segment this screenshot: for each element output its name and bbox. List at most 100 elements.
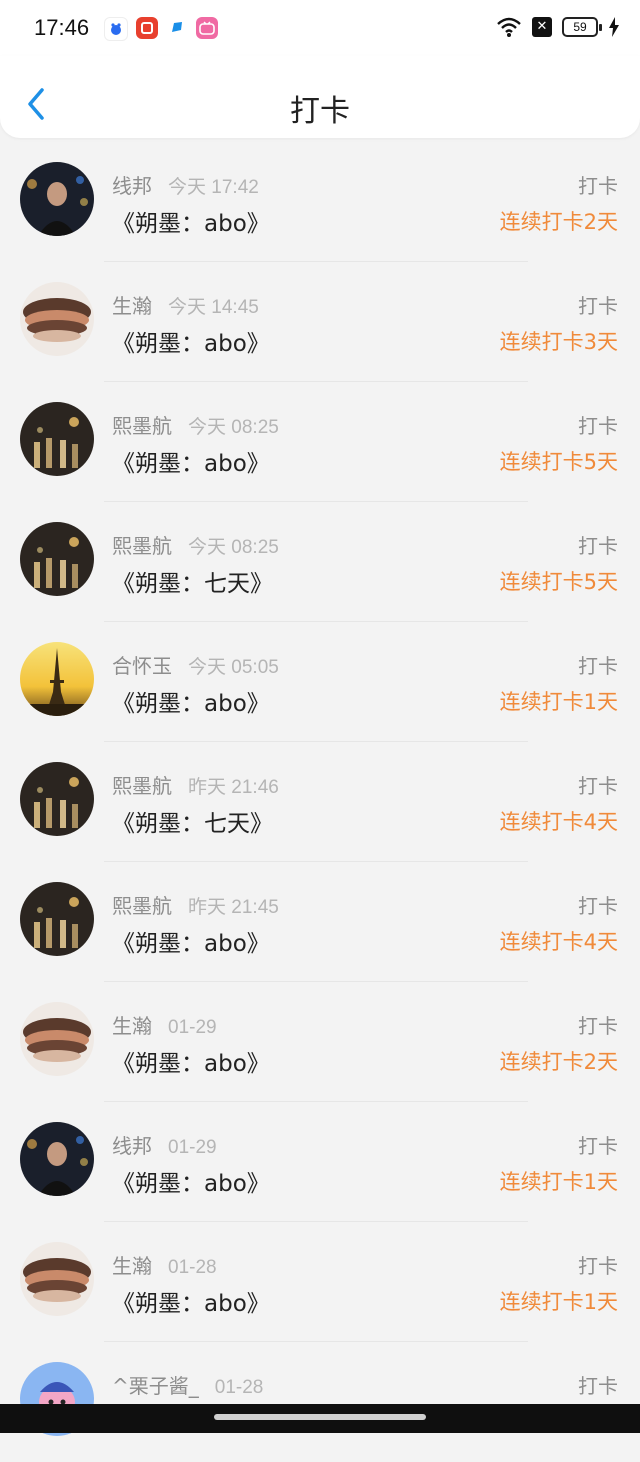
page-title: 打卡: [290, 94, 350, 129]
checkin-label: 打卡: [578, 294, 618, 318]
checkin-time: 今天 08:25: [188, 537, 279, 558]
user-name[interactable]: 线邦: [112, 170, 152, 199]
battery-icon: 59: [562, 17, 602, 37]
checkin-time: 01-28: [168, 1257, 217, 1278]
checkin-time: 今天 05:05: [188, 657, 279, 678]
checkin-time: 今天 08:25: [188, 417, 279, 438]
checkin-item[interactable]: 合怀玉 今天 05:05 《朔墨：abo》 打卡 连续打卡1天: [0, 622, 640, 742]
message-app-icon: [166, 17, 188, 39]
checkin-time: 今天 14:45: [168, 297, 259, 318]
book-title[interactable]: 《朔墨：abo》: [112, 1284, 270, 1318]
user-name[interactable]: 线邦: [112, 1130, 152, 1159]
status-bar: 17:46 ✕ 59: [0, 0, 640, 56]
checkin-label: 打卡: [578, 1254, 618, 1278]
checkin-label: 打卡: [578, 534, 618, 558]
checkin-meta: 熙墨航 今天 08:25: [112, 410, 279, 439]
avatar[interactable]: [20, 1242, 94, 1316]
charging-icon: [609, 17, 619, 37]
checkin-item[interactable]: 生瀚 01-29 《朔墨：abo》 打卡 连续打卡2天: [0, 982, 640, 1102]
book-title[interactable]: 《朔墨：abo》: [112, 1164, 270, 1198]
checkin-time: 今天 17:42: [168, 177, 259, 198]
bilibili-app-icon: [196, 17, 218, 39]
wifi-icon: [497, 17, 521, 37]
checkin-label: 打卡: [578, 1374, 618, 1398]
streak-text: 连续打卡1天: [499, 1290, 618, 1314]
checkin-meta: 线邦 今天 17:42: [112, 170, 259, 199]
streak-text: 连续打卡1天: [499, 1170, 618, 1194]
checkin-label: 打卡: [578, 1134, 618, 1158]
checkin-meta: 熙墨航 昨天 21:45: [112, 890, 279, 919]
avatar[interactable]: [20, 642, 94, 716]
book-title[interactable]: 《朔墨：abo》: [112, 204, 270, 238]
user-name[interactable]: 合怀玉: [112, 650, 172, 679]
book-title[interactable]: 《朔墨：abo》: [112, 444, 270, 478]
checkin-item[interactable]: 熙墨航 今天 08:25 《朔墨：abo》 打卡 连续打卡5天: [0, 382, 640, 502]
checkin-item[interactable]: 熙墨航 今天 08:25 《朔墨：七天》 打卡 连续打卡5天: [0, 502, 640, 622]
checkin-meta: 生瀚 01-28: [112, 1250, 217, 1279]
baidu-app-icon: [104, 17, 128, 41]
streak-text: 连续打卡5天: [499, 450, 618, 474]
user-name[interactable]: 熙墨航: [112, 410, 172, 439]
checkin-time: 01-28: [214, 1377, 264, 1398]
listen-app-icon: [136, 17, 158, 39]
streak-text: 连续打卡1天: [499, 690, 618, 714]
checkin-meta: 熙墨航 昨天 21:46: [112, 770, 279, 799]
avatar[interactable]: [20, 162, 94, 236]
checkin-label: 打卡: [578, 654, 618, 678]
user-name[interactable]: 熙墨航: [112, 890, 172, 919]
status-time: 17:46: [34, 15, 90, 40]
avatar[interactable]: [20, 762, 94, 836]
checkin-label: 打卡: [578, 774, 618, 798]
checkin-item[interactable]: ^栗子酱_ 01-28 打卡: [0, 1342, 640, 1462]
avatar[interactable]: [20, 282, 94, 356]
checkin-label: 打卡: [578, 174, 618, 198]
book-title[interactable]: 《朔墨：abo》: [112, 684, 270, 718]
avatar[interactable]: [20, 1002, 94, 1076]
nav-header: 打卡: [0, 56, 640, 138]
streak-text: 连续打卡2天: [499, 1050, 618, 1074]
user-name[interactable]: 熙墨航: [112, 530, 172, 559]
checkin-meta: 合怀玉 今天 05:05: [112, 650, 279, 679]
home-indicator[interactable]: [214, 1414, 426, 1420]
streak-text: 连续打卡5天: [499, 570, 618, 594]
user-name[interactable]: 生瀚: [112, 1010, 152, 1039]
checkin-item[interactable]: 熙墨航 昨天 21:45 《朔墨：abo》 打卡 连续打卡4天: [0, 862, 640, 982]
checkin-item[interactable]: 线邦 01-29 《朔墨：abo》 打卡 连续打卡1天: [0, 1102, 640, 1222]
checkin-item[interactable]: 熙墨航 昨天 21:46 《朔墨：七天》 打卡 连续打卡4天: [0, 742, 640, 862]
avatar[interactable]: [20, 402, 94, 476]
book-title[interactable]: 《朔墨：abo》: [112, 924, 270, 958]
book-title[interactable]: 《朔墨：七天》: [112, 804, 273, 838]
user-name[interactable]: 生瀚: [112, 290, 152, 319]
avatar[interactable]: [20, 522, 94, 596]
checkin-time: 昨天 21:46: [188, 777, 279, 798]
checkin-label: 打卡: [578, 1014, 618, 1038]
checkin-meta: 线邦 01-29: [112, 1130, 217, 1159]
streak-text: 连续打卡4天: [499, 930, 618, 954]
checkin-label: 打卡: [578, 414, 618, 438]
checkin-time: 昨天 21:45: [188, 897, 279, 918]
user-name[interactable]: 熙墨航: [112, 770, 172, 799]
book-title[interactable]: 《朔墨：七天》: [112, 564, 273, 598]
streak-text: 连续打卡2天: [499, 210, 618, 234]
streak-text: 连续打卡3天: [499, 330, 618, 354]
book-title[interactable]: 《朔墨：abo》: [112, 1044, 270, 1078]
avatar[interactable]: [20, 882, 94, 956]
checkin-item[interactable]: 线邦 今天 17:42 《朔墨：abo》 打卡 连续打卡2天: [0, 142, 640, 262]
notification-icons: [104, 17, 218, 41]
checkin-item[interactable]: 生瀚 今天 14:45 《朔墨：abo》 打卡 连续打卡3天: [0, 262, 640, 382]
avatar[interactable]: [20, 1122, 94, 1196]
user-name[interactable]: ^栗子酱_: [112, 1370, 199, 1399]
book-title[interactable]: 《朔墨：abo》: [112, 324, 270, 358]
checkin-item[interactable]: 生瀚 01-28 《朔墨：abo》 打卡 连续打卡1天: [0, 1222, 640, 1342]
checkin-meta: 生瀚 今天 14:45: [112, 290, 259, 319]
system-nav-bar: [0, 1404, 640, 1433]
no-sim-icon: ✕: [532, 17, 552, 37]
checkin-time: 01-29: [168, 1137, 217, 1158]
system-icons: ✕ 59: [496, 16, 620, 38]
checkin-time: 01-29: [168, 1017, 217, 1038]
checkin-label: 打卡: [578, 894, 618, 918]
checkin-meta: 生瀚 01-29: [112, 1010, 217, 1039]
streak-text: 连续打卡4天: [499, 810, 618, 834]
checkin-meta: 熙墨航 今天 08:25: [112, 530, 279, 559]
user-name[interactable]: 生瀚: [112, 1250, 152, 1279]
